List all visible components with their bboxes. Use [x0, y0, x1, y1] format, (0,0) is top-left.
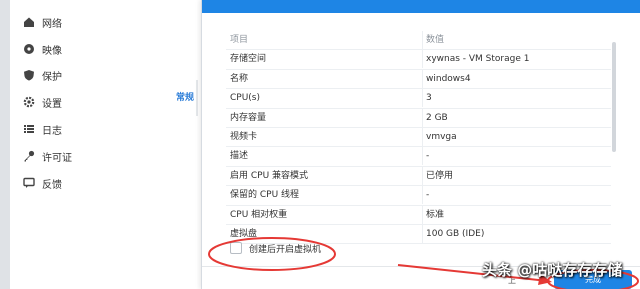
highlight-ellipse [208, 237, 336, 271]
watermark: 头条 @咕哒存存存储 [482, 261, 623, 279]
annotation-layer [208, 237, 639, 289]
